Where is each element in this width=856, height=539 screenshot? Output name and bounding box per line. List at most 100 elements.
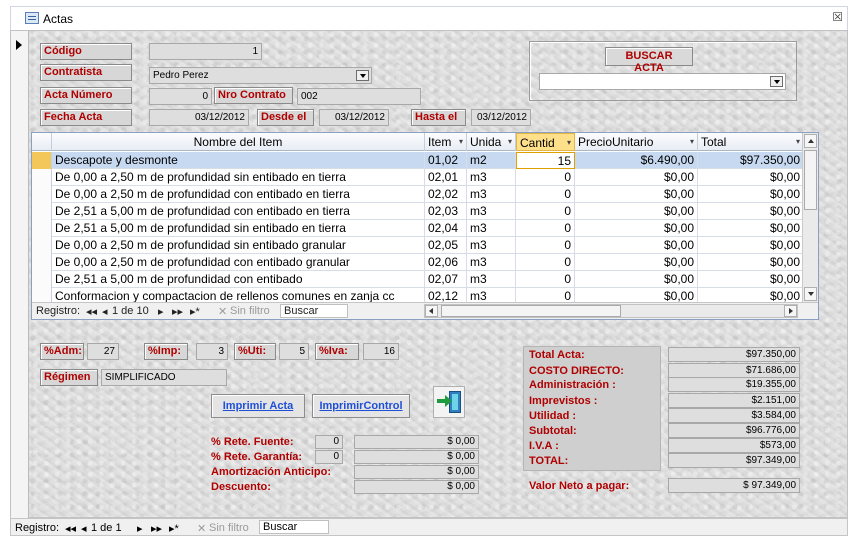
table-row[interactable]: De 0,00 a 2,50 m de profundidad con enti…: [32, 186, 803, 203]
scroll-right-icon[interactable]: [784, 305, 797, 317]
prev-record-icon[interactable]: ◂: [102, 305, 108, 318]
cell-nombre[interactable]: De 0,00 a 2,50 m de profundidad con enti…: [52, 186, 425, 203]
adm-field[interactable]: 27: [87, 343, 119, 360]
scroll-down-icon[interactable]: [804, 287, 817, 301]
table-row[interactable]: De 2,51 a 5,00 m de profundidad sin enti…: [32, 220, 803, 237]
rete-garantia-pct[interactable]: 0: [315, 450, 343, 464]
cell-total[interactable]: $0,00: [698, 203, 803, 220]
codigo-field[interactable]: 1: [149, 43, 262, 60]
valor-neto-value[interactable]: $ 97.349,00: [668, 478, 800, 493]
row-selector[interactable]: [32, 254, 52, 271]
cell-precio[interactable]: $0,00: [575, 186, 698, 203]
acta-numero-field[interactable]: 0: [149, 88, 212, 105]
contratista-combo[interactable]: Pedro Perez: [149, 67, 372, 84]
chevron-down-icon[interactable]: [770, 76, 783, 87]
cell-total[interactable]: $0,00: [698, 271, 803, 288]
total-value[interactable]: $97.349,00: [668, 453, 800, 468]
cell-unidad[interactable]: m3: [467, 186, 516, 203]
buscar-acta-combo[interactable]: [539, 73, 786, 90]
cell-total[interactable]: $0,00: [698, 237, 803, 254]
first-record-icon[interactable]: ◂◂: [86, 305, 97, 318]
imprimir-control-button[interactable]: ImprimirControl: [312, 394, 410, 418]
row-selector[interactable]: [32, 271, 52, 288]
search-box[interactable]: Buscar: [280, 304, 348, 318]
cell-item[interactable]: 02,06: [425, 254, 467, 271]
filter-status[interactable]: Sin filtro: [230, 305, 270, 317]
cell-nombre[interactable]: De 2,51 a 5,00 m de profundidad con enti…: [52, 203, 425, 220]
cell-precio[interactable]: $0,00: [575, 254, 698, 271]
cell-total[interactable]: $97.350,00: [698, 152, 803, 169]
hasta-el-field[interactable]: 03/12/2012: [471, 109, 531, 126]
table-row[interactable]: De 0,00 a 2,50 m de profundidad con enti…: [32, 254, 803, 271]
scroll-left-icon[interactable]: [425, 305, 438, 317]
form-first-record-icon[interactable]: ◂◂: [65, 522, 76, 535]
row-selector[interactable]: [32, 220, 52, 237]
cell-unidad[interactable]: m3: [467, 237, 516, 254]
cell-nombre[interactable]: Conformacion y compactacion de rellenos …: [52, 288, 425, 302]
cell-cantidad[interactable]: 0: [516, 271, 575, 288]
cell-total[interactable]: $0,00: [698, 288, 803, 302]
desde-el-field[interactable]: 03/12/2012: [319, 109, 389, 126]
cell-nombre[interactable]: De 0,00 a 2,50 m de profundidad sin enti…: [52, 169, 425, 186]
total-value[interactable]: $3.584,00: [668, 408, 800, 423]
table-row[interactable]: De 0,00 a 2,50 m de profundidad sin enti…: [32, 237, 803, 254]
cell-total[interactable]: $0,00: [698, 220, 803, 237]
row-selector[interactable]: [32, 288, 52, 302]
fecha-acta-field[interactable]: 03/12/2012: [149, 109, 249, 126]
scroll-up-icon[interactable]: [804, 134, 817, 148]
table-row[interactable]: De 0,00 a 2,50 m de profundidad sin enti…: [32, 169, 803, 186]
table-row[interactable]: De 2,51 a 5,00 m de profundidad con enti…: [32, 203, 803, 220]
total-value[interactable]: $2.151,00: [668, 393, 800, 408]
total-value[interactable]: $19.355,00: [668, 377, 800, 392]
cell-item[interactable]: 02,05: [425, 237, 467, 254]
form-new-record-icon[interactable]: ▸*: [169, 522, 179, 535]
total-value[interactable]: $71.686,00: [668, 363, 800, 378]
filter-icon[interactable]: ✕: [218, 305, 227, 318]
cell-item[interactable]: 02,12: [425, 288, 467, 302]
row-selector[interactable]: [32, 203, 52, 220]
cell-cantidad[interactable]: 0: [516, 169, 575, 186]
cell-total[interactable]: $0,00: [698, 186, 803, 203]
cell-total[interactable]: $0,00: [698, 254, 803, 271]
cell-nombre[interactable]: De 0,00 a 2,50 m de profundidad con enti…: [52, 254, 425, 271]
cell-unidad[interactable]: m3: [467, 254, 516, 271]
cell-precio[interactable]: $0,00: [575, 203, 698, 220]
cell-unidad[interactable]: m2: [467, 152, 516, 169]
descuento-value[interactable]: $ 0,00: [354, 480, 479, 494]
scroll-thumb[interactable]: [804, 150, 817, 210]
table-row[interactable]: Descapote y desmonte 01,02 m2 15 $6.490,00 $9…: [32, 152, 803, 169]
total-value[interactable]: $96.776,00: [668, 423, 800, 438]
hscroll-thumb[interactable]: [441, 305, 621, 317]
cell-item[interactable]: 02,07: [425, 271, 467, 288]
exit-door-icon[interactable]: [433, 386, 465, 418]
table-row[interactable]: De 2,51 a 5,00 m de profundidad con enti…: [32, 271, 803, 288]
cell-cantidad[interactable]: 0: [516, 254, 575, 271]
iva-field[interactable]: 16: [363, 343, 399, 360]
form-last-record-icon[interactable]: ▸▸: [151, 522, 162, 535]
row-selector[interactable]: [32, 237, 52, 254]
new-record-icon[interactable]: ▸*: [190, 305, 200, 318]
rete-garantia-value[interactable]: $ 0,00: [354, 450, 479, 464]
cell-item[interactable]: 02,03: [425, 203, 467, 220]
form-search-box[interactable]: Buscar: [259, 520, 329, 534]
cell-item[interactable]: 01,02: [425, 152, 467, 169]
cell-item[interactable]: 02,04: [425, 220, 467, 237]
total-value[interactable]: $97.350,00: [668, 347, 800, 362]
table-row[interactable]: Conformacion y compactacion de rellenos …: [32, 288, 803, 302]
cell-precio[interactable]: $0,00: [575, 220, 698, 237]
form-record-position[interactable]: 1 de 1: [91, 522, 122, 534]
cell-cantidad[interactable]: 0: [516, 186, 575, 203]
form-next-record-icon[interactable]: ▸: [137, 522, 143, 535]
cell-unidad[interactable]: m3: [467, 169, 516, 186]
cell-item[interactable]: 02,02: [425, 186, 467, 203]
amortizacion-value[interactable]: $ 0,00: [354, 465, 479, 479]
record-position[interactable]: 1 de 10: [112, 305, 149, 317]
cell-nombre[interactable]: De 2,51 a 5,00 m de profundidad con enti…: [52, 271, 425, 288]
cell-item[interactable]: 02,01: [425, 169, 467, 186]
cell-cantidad[interactable]: 0: [516, 203, 575, 220]
cell-precio[interactable]: $0,00: [575, 271, 698, 288]
form-filter-icon[interactable]: ✕: [197, 522, 206, 535]
cell-nombre[interactable]: Descapote y desmonte: [52, 152, 425, 169]
cell-nombre[interactable]: De 2,51 a 5,00 m de profundidad sin enti…: [52, 220, 425, 237]
cell-precio[interactable]: $0,00: [575, 169, 698, 186]
